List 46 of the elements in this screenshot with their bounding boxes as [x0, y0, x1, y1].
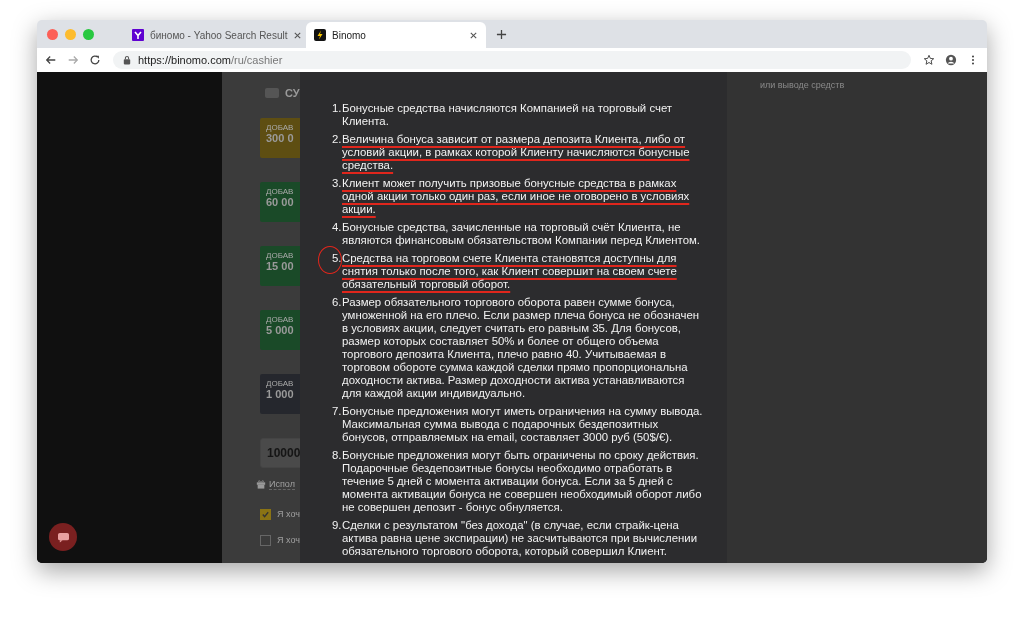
- lightning-icon: [314, 29, 326, 41]
- terms-paragraph: Величина бонуса зависит от размера депозита Клиента, либо от условий акции, в рамках которой Клиенту начисляются бонусные средства.: [342, 133, 691, 172]
- promo-link[interactable]: Испол: [269, 478, 295, 490]
- new-tab-icon[interactable]: [496, 28, 507, 40]
- terms-paragraph: Размер обязательного торгового оборота равен сумме бонуса, умноженной на его плечо. Если размер плеча бонуса не обозначен в условиях акции, следует считать его равным 35. Для бонусов, размер которых составляет 50% и более от общего объема торгового депозита Клиента, плечо равно 40. Учитываемая в торговом обороте сумма каждой сделки прямо пропорциональна доходности актива. Размер доходности актива устанавливаются для каждой акции индивидуально.: [342, 296, 701, 400]
- option-label: Я хоч: [277, 535, 300, 545]
- star-icon[interactable]: [923, 54, 935, 66]
- terms-paragraph: Бонусные средства, зачисленные на торговый счёт Клиента, не являются финансовым обязательством Компании перед Клиентом.: [342, 221, 701, 247]
- checkbox[interactable]: [260, 534, 271, 546]
- close-icon[interactable]: [469, 30, 478, 40]
- favicon-icon: [132, 29, 144, 41]
- reload-icon[interactable]: [89, 54, 101, 66]
- bonus-card[interactable]: ДОБАВ 300 0: [260, 118, 300, 158]
- item-number: 2.: [332, 133, 342, 147]
- terms-paragraph: Сделки с результатом "без дохода" (в случае, если страйк-цена актива равна цене экспирации) не засчитываются при вычислении обязательного торгового оборота, который совершил Клиент.: [342, 519, 699, 558]
- option-label: Я хоч: [277, 509, 300, 519]
- chat-button[interactable]: [49, 523, 77, 551]
- terms-paragraph: Бонусные предложения могут иметь ограничения на сумму вывода. Максимальная сумма вывода с подарочных бездепозитных бонусов, отправляемых на email, составляет 3000 руб (50$/€).: [342, 405, 704, 444]
- checkbox[interactable]: [260, 508, 271, 520]
- terms-paragraph: Средства на торговом счете Клиента становятся доступны для снятия только после того, как Клиент совершит на своем счете обязательный торговый оборот.: [342, 252, 678, 291]
- gift-icon: [256, 479, 266, 489]
- item-number: 1.: [332, 102, 342, 116]
- terms-paragraph: Бонусные средства начисляются Компанией на торговый счет Клиента.: [342, 102, 674, 128]
- info-text: или выводе средств: [760, 80, 845, 90]
- item-number: 7.: [332, 405, 342, 419]
- bonus-card[interactable]: ДОБАВ 60 00: [260, 182, 300, 222]
- address-field[interactable]: https://binomo.com/ru/cashier: [113, 51, 911, 69]
- account-icon[interactable]: [945, 54, 957, 66]
- section-heading: СУ: [285, 87, 300, 99]
- close-icon[interactable]: [293, 30, 303, 40]
- item-number: 8.: [332, 449, 342, 463]
- item-number: 9.: [332, 519, 342, 533]
- bonus-card[interactable]: ДОБАВ 5 000: [260, 310, 300, 350]
- item-number: 3.: [332, 177, 342, 191]
- item-number: 6.: [332, 296, 342, 310]
- browser-tab[interactable]: биномо - Yahoo Search Result: [124, 22, 304, 48]
- terms-paragraph: Клиент может получить призовые бонусные средства в рамках одной акции только один раз, если иное не оговорено в условиях акции.: [342, 177, 691, 216]
- item-number: 5.: [332, 252, 342, 266]
- chat-icon: [56, 531, 70, 543]
- item-number: 4.: [332, 221, 342, 235]
- bonus-card[interactable]: ДОБАВ 1 000: [260, 374, 300, 414]
- bonus-card[interactable]: ДОБАВ 15 00: [260, 246, 300, 286]
- lock-icon: [123, 55, 131, 65]
- browser-tab[interactable]: Binomo: [306, 22, 486, 48]
- back-icon[interactable]: [45, 54, 57, 66]
- terms-paragraph: Бонусные предложения могут быть ограничены по сроку действия. Подарочные бездепозитные бонусы необходимо отработать в течение 5 дней с момента активации бонуса. Если за 5 дней с момента активации бонуса не совершен необходимый оборот либо не совершен депозит - бонус обнуляется.: [342, 449, 703, 514]
